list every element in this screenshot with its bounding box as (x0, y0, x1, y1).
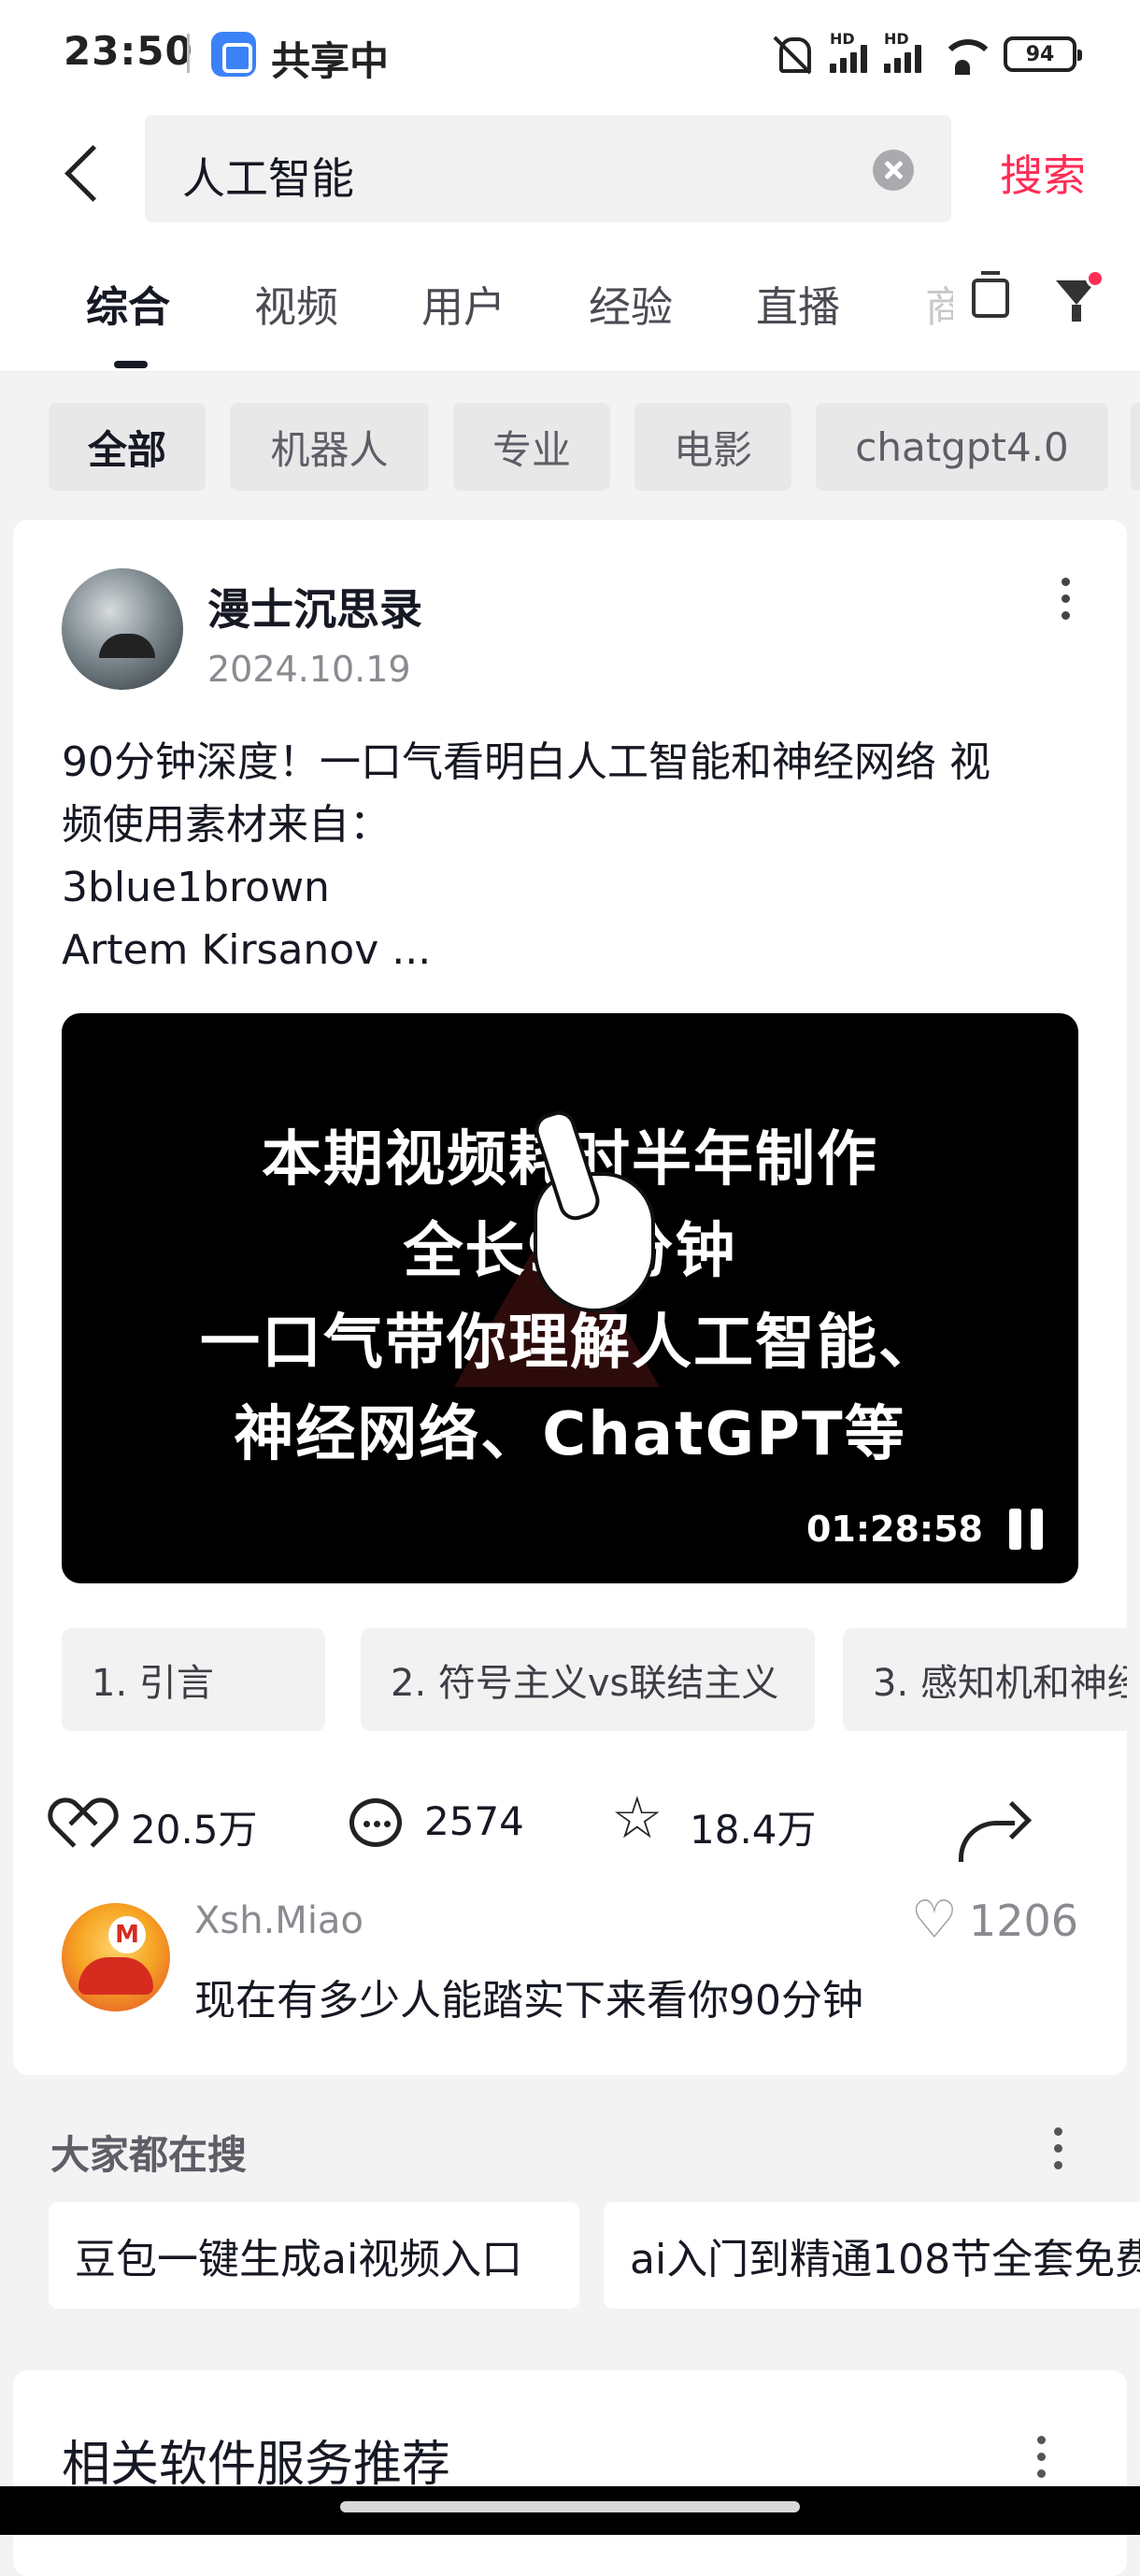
active-tab-indicator (114, 361, 148, 368)
comment-icon[interactable] (349, 1798, 402, 1847)
signal-icon-1: HD (830, 30, 867, 73)
search-input[interactable]: 人工智能 (145, 115, 951, 222)
status-icons: HD HD 94 (772, 28, 1082, 80)
description-line: 90分钟深度！一口气看明白人工智能和神经网络 视 (62, 738, 990, 786)
chapter-item[interactable]: 2. 符号主义vs联结主义 (361, 1628, 815, 1731)
sharing-status: 共享中 (271, 38, 390, 84)
comment-count: 2574 (424, 1798, 524, 1844)
trending-item[interactable]: ai入门到精通108节全套免费 (604, 2202, 1140, 2309)
mute-icon (772, 34, 813, 75)
recommend-more-icon[interactable] (1037, 2436, 1047, 2486)
commenter-name[interactable]: Xsh.Miao (194, 1899, 363, 1942)
subtitle-line: 神经网络、ChatGPT等 (234, 1400, 906, 1469)
battery-level: 94 (1025, 42, 1055, 66)
tab-products[interactable]: 商 (925, 273, 953, 334)
search-query[interactable]: 人工智能 (182, 145, 354, 207)
chapter-item[interactable]: 1. 引言 (62, 1628, 325, 1731)
tv-icon[interactable] (972, 271, 1009, 318)
chip-robot[interactable]: 机器人 (230, 403, 429, 491)
video-result-card[interactable]: 漫士沉思录 2024.10.19 90分钟深度！一口气看明白人工智能和神经网络 … (13, 520, 1127, 2075)
comment-like-count: 1206 (968, 1896, 1078, 1946)
subtitle-line: 一口气带你理解人工智能、 (200, 1309, 940, 1378)
status-bar: 23:50 共享中 HD HD 94 (0, 0, 1140, 110)
trending-title: 大家都在搜 (50, 2132, 248, 2178)
chip-chatgpt[interactable]: chatgpt4.0 (816, 403, 1108, 491)
tab-comprehensive[interactable]: 综合 (86, 273, 170, 334)
pause-icon[interactable] (1007, 1509, 1045, 1550)
software-recommend-card[interactable]: 相关软件服务推荐 (13, 2370, 1127, 2576)
comment-like[interactable]: ♡ 1206 (911, 1895, 1078, 1947)
more-options-icon[interactable] (1062, 578, 1071, 630)
tab-experience[interactable]: 经验 (589, 273, 673, 334)
signal-icon-2: HD (884, 30, 921, 73)
wifi-icon (938, 36, 996, 75)
notification-dot (1086, 269, 1104, 288)
screen-share-icon (211, 32, 256, 77)
description-line: 频使用素材来自： (62, 801, 391, 849)
share-icon[interactable] (959, 1821, 1015, 1862)
author-name[interactable]: 漫士沉思录 (207, 576, 422, 637)
pointing-hand-icon (534, 1172, 655, 1312)
status-divider (187, 34, 190, 73)
tab-video[interactable]: 视频 (254, 273, 338, 334)
chapter-item[interactable]: 3. 感知机和神经网络 (843, 1628, 1127, 1731)
like-count: 20.5万 (131, 1807, 258, 1853)
comment-text[interactable]: 现在有多少人能踏实下来看你90分钟 (194, 1967, 863, 2026)
gesture-bar (0, 2486, 1140, 2535)
battery-icon: 94 (1004, 36, 1082, 72)
favorite-icon[interactable]: ☆ (611, 1789, 663, 1847)
like-icon[interactable] (58, 1802, 107, 1847)
chip-movie[interactable]: 电影 (634, 403, 791, 491)
search-header: 人工智能 搜索 (0, 110, 1140, 232)
video-duration: 01:28:58 (805, 1509, 983, 1550)
trending-item[interactable]: 豆包一键生成ai视频入口 (49, 2202, 579, 2309)
clock: 23:50 (64, 28, 193, 74)
clear-icon[interactable] (873, 150, 914, 191)
chapter-list: 1. 引言 2. 符号主义vs联结主义 3. 感知机和神经网络 (62, 1628, 1127, 1731)
post-description[interactable]: 90分钟深度！一口气看明白人工智能和神经网络 视 频使用素材来自： 3blue1… (62, 731, 1090, 981)
recommend-title: 相关软件服务推荐 (62, 2437, 451, 2493)
chip-overflow[interactable] (1131, 403, 1140, 491)
result-tabs: 综合 视频 用户 经验 直播 商 (0, 232, 1140, 372)
filter-chips: 全部 机器人 专业 电影 chatgpt4.0 (0, 372, 1140, 514)
tab-live[interactable]: 直播 (756, 273, 840, 334)
chip-all[interactable]: 全部 (49, 403, 206, 491)
search-button[interactable]: 搜索 (1000, 142, 1086, 204)
author-avatar[interactable] (62, 568, 183, 690)
home-indicator[interactable] (340, 2501, 800, 2512)
back-icon[interactable] (58, 140, 110, 202)
chip-professional[interactable]: 专业 (453, 403, 610, 491)
trending-more-icon[interactable] (1054, 2127, 1063, 2180)
description-line: Artem Kirsanov ... (62, 926, 432, 974)
video-player[interactable]: 本期视频耗时半年制作 全长90分钟 一口气带你理解人工智能、 神经网络、Chat… (62, 1013, 1078, 1583)
commenter-avatar[interactable] (62, 1903, 170, 2011)
comment-heart-icon[interactable]: ♡ (911, 1895, 958, 1947)
favorite-count: 18.4万 (690, 1807, 817, 1853)
tab-users[interactable]: 用户 (421, 273, 506, 334)
post-date: 2024.10.19 (207, 649, 411, 690)
description-line: 3blue1brown (62, 864, 330, 911)
